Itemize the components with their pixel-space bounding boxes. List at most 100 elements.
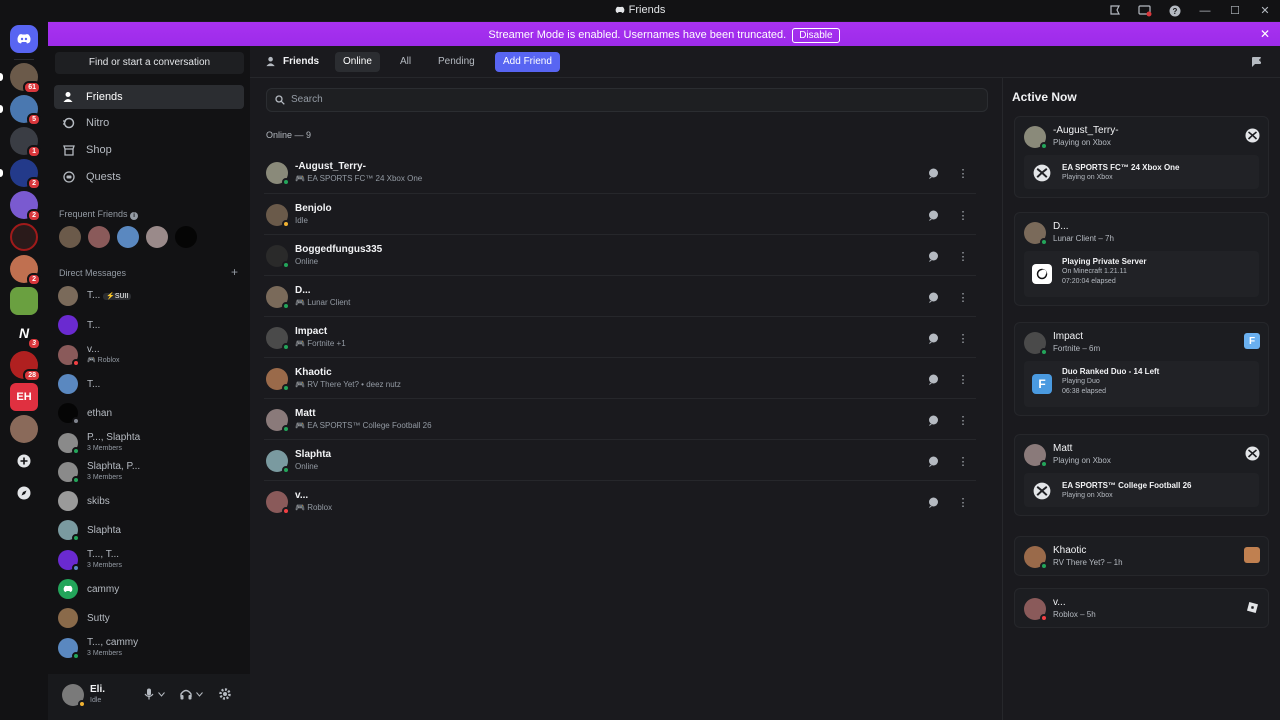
server-icon[interactable]: 2 (0, 159, 41, 190)
friend-row[interactable]: Slaphta Online ⋮ (264, 439, 976, 480)
friend-row[interactable]: -August_Terry- 🎮 EA SPORTS FC™ 24 Xbox O… (264, 152, 976, 193)
message-icon[interactable] (924, 288, 942, 306)
server-icon[interactable]: 2 (10, 191, 41, 222)
more-options-icon[interactable]: ⋮ (954, 452, 972, 470)
headphones-icon (180, 689, 192, 700)
banner-close-icon[interactable]: ✕ (1260, 27, 1270, 41)
user-avatar[interactable] (62, 684, 86, 708)
create-dm-plus-icon[interactable]: + (231, 265, 238, 279)
chevron-down-icon (196, 691, 203, 697)
activity-card[interactable]: Matt Playing on Xbox EA SPORTS™ College … (1014, 434, 1269, 516)
activity-card[interactable]: Impact Fortnite – 6m F F Duo Ranked Duo … (1014, 322, 1269, 416)
more-options-icon[interactable]: ⋮ (954, 493, 972, 511)
tab-online[interactable]: Online (335, 52, 380, 72)
nav-shop[interactable]: Shop (54, 138, 244, 162)
dm-item[interactable]: Sutty (58, 604, 244, 632)
home-discord-icon[interactable] (10, 25, 38, 53)
friend-row[interactable]: Matt 🎮 EA SPORTS™ College Football 26 ⋮ (264, 398, 976, 439)
frequent-friend-avatar[interactable] (59, 226, 81, 248)
friend-row[interactable]: Impact 🎮 Fortnite +1 ⋮ (264, 316, 976, 357)
avatar (266, 327, 290, 351)
more-options-icon[interactable]: ⋮ (954, 370, 972, 388)
server-icon[interactable]: 1 (10, 127, 41, 158)
dm-item[interactable]: ethan (58, 399, 244, 427)
screen-share-icon[interactable] (1130, 0, 1160, 21)
friend-row[interactable]: D... 🎮 Lunar Client ⋮ (264, 275, 976, 316)
avatar (266, 162, 290, 186)
dm-item[interactable]: T... (58, 370, 244, 398)
server-icon[interactable] (10, 415, 38, 443)
server-icon[interactable] (10, 223, 38, 251)
frequent-friend-avatar[interactable] (146, 226, 168, 248)
fortnite-icon: F (1032, 374, 1052, 394)
disable-button[interactable]: Disable (792, 28, 840, 43)
more-options-icon[interactable]: ⋮ (954, 247, 972, 265)
message-icon[interactable] (924, 370, 942, 388)
friend-row[interactable]: Benjolo Idle ⋮ (264, 193, 976, 234)
friend-row[interactable]: Boggedfungus335 Online ⋮ (264, 234, 976, 275)
tab-pending[interactable]: Pending (430, 52, 483, 72)
dm-item[interactable]: T... ⚡SUII (58, 282, 244, 310)
server-icon[interactable]: N3 (10, 319, 41, 350)
frequent-friend-avatar[interactable] (117, 226, 139, 248)
dm-item[interactable]: Slaphta, P... 3 Members (58, 458, 244, 486)
inbox-icon[interactable] (1100, 0, 1130, 21)
friend-row[interactable]: v... 🎮 Roblox ⋮ (264, 480, 976, 521)
headphones-button[interactable] (180, 688, 208, 700)
gamepad-icon: 🎮 (295, 339, 305, 348)
friend-row[interactable]: Khaotic 🎮 RV There Yet? • deez nutz ⋮ (264, 357, 976, 398)
frequent-friend-avatar[interactable] (88, 226, 110, 248)
discover-icon[interactable] (10, 479, 38, 507)
message-icon[interactable] (924, 493, 942, 511)
dm-item[interactable]: T..., cammy 3 Members (58, 634, 244, 662)
minimize-icon[interactable]: — (1190, 0, 1220, 21)
message-icon[interactable] (924, 247, 942, 265)
search-input[interactable]: Search (266, 88, 988, 112)
server-icon[interactable]: 61 (0, 63, 41, 94)
dm-item[interactable]: v... 🎮 Roblox (58, 341, 244, 369)
new-group-dm-icon[interactable] (1251, 56, 1264, 68)
message-icon[interactable] (924, 452, 942, 470)
find-conversation-button[interactable]: Find or start a conversation (55, 52, 244, 74)
close-window-icon[interactable]: ✕ (1250, 0, 1280, 21)
settings-gear-icon[interactable] (218, 687, 232, 701)
message-icon[interactable] (924, 411, 942, 429)
xbox-icon (1244, 445, 1260, 461)
dm-item[interactable]: P..., Slaphta 3 Members (58, 429, 244, 457)
dm-item[interactable]: skibs (58, 487, 244, 515)
activity-card[interactable]: Khaotic RV There Yet? – 1h (1014, 536, 1269, 576)
message-icon[interactable] (924, 164, 942, 182)
dm-item[interactable]: T... (58, 311, 244, 339)
server-icon[interactable]: 5 (0, 95, 41, 126)
frequent-friend-avatar[interactable] (175, 226, 197, 248)
more-options-icon[interactable]: ⋮ (954, 164, 972, 182)
avatar (58, 315, 78, 335)
server-icon[interactable]: 28 (10, 351, 41, 382)
nav-quests[interactable]: Quests (54, 165, 244, 189)
tab-all[interactable]: All (392, 52, 419, 72)
dm-item[interactable]: cammy (58, 575, 244, 603)
activity-card[interactable]: D... Lunar Client – 7h Playing Private S… (1014, 212, 1269, 306)
activity-card[interactable]: -August_Terry- Playing on Xbox EA SPORTS… (1014, 116, 1269, 198)
avatar (58, 433, 80, 455)
server-icon[interactable]: EH (10, 383, 38, 411)
nav-friends[interactable]: Friends (54, 85, 244, 109)
more-options-icon[interactable]: ⋮ (954, 329, 972, 347)
more-options-icon[interactable]: ⋮ (954, 411, 972, 429)
activity-card[interactable]: v... Roblox – 5h (1014, 588, 1269, 628)
maximize-icon[interactable]: ☐ (1220, 0, 1250, 21)
nav-nitro[interactable]: Nitro (54, 111, 244, 135)
dm-item[interactable]: T..., T... 3 Members (58, 546, 244, 574)
add-friend-button[interactable]: Add Friend (495, 52, 560, 72)
add-server-icon[interactable] (10, 447, 38, 475)
message-icon[interactable] (924, 329, 942, 347)
more-options-icon[interactable]: ⋮ (954, 288, 972, 306)
more-options-icon[interactable]: ⋮ (954, 206, 972, 224)
activity-detail: F Duo Ranked Duo - 14 Left Playing Duo 0… (1024, 361, 1259, 407)
server-icon[interactable]: 2 (10, 255, 41, 286)
dm-item[interactable]: Slaphta (58, 516, 244, 544)
help-icon[interactable]: ? (1160, 0, 1190, 21)
mic-button[interactable] (144, 688, 170, 700)
server-icon[interactable] (10, 287, 38, 315)
message-icon[interactable] (924, 206, 942, 224)
